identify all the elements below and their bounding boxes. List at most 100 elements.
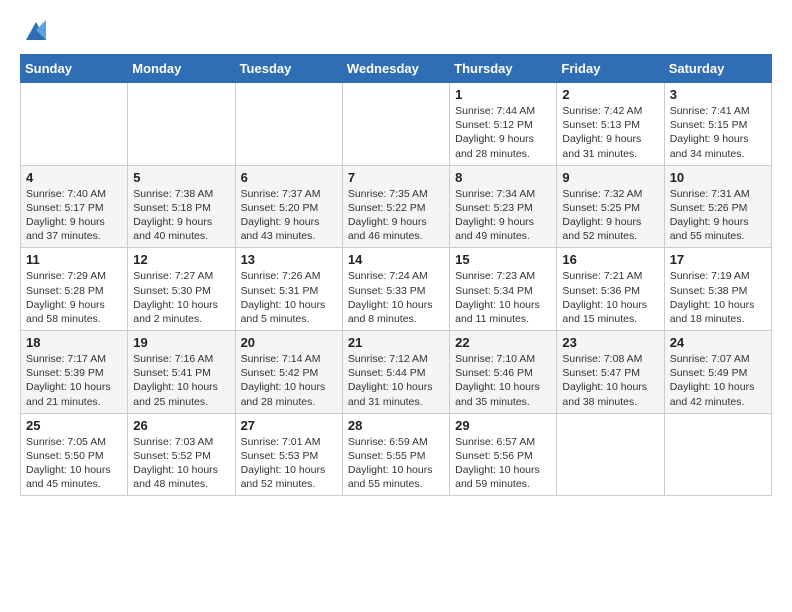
weekday-tuesday: Tuesday bbox=[235, 55, 342, 83]
logo-icon bbox=[22, 16, 50, 44]
day-cell: 6 Sunrise: 7:37 AM Sunset: 5:20 PM Daylig… bbox=[235, 165, 342, 248]
day-number: 23 bbox=[562, 335, 658, 350]
day-cell: 5Sunrise: 7:38 AM Sunset: 5:18 PM Daylig… bbox=[128, 165, 235, 248]
header bbox=[20, 16, 772, 44]
day-cell: 7 Sunrise: 7:35 AM Sunset: 5:22 PM Daylig… bbox=[342, 165, 449, 248]
day-info: Sunrise: 7:34 AM Sunset: 5:23 PM Dayligh… bbox=[455, 187, 551, 244]
day-number: 7 bbox=[348, 170, 444, 185]
day-cell: 23 Sunrise: 7:08 AM Sunset: 5:47 PM Dayli… bbox=[557, 331, 664, 414]
day-number: 22 bbox=[455, 335, 551, 350]
day-cell: 25 Sunrise: 7:05 AM Sunset: 5:50 PM Dayli… bbox=[21, 413, 128, 496]
day-info: Sunrise: 7:17 AM Sunset: 5:39 PM Dayligh… bbox=[26, 352, 122, 409]
day-cell: 20 Sunrise: 7:14 AM Sunset: 5:42 PM Dayli… bbox=[235, 331, 342, 414]
day-number: 9 bbox=[562, 170, 658, 185]
weekday-monday: Monday bbox=[128, 55, 235, 83]
day-number: 20 bbox=[241, 335, 337, 350]
weekday-saturday: Saturday bbox=[664, 55, 771, 83]
day-cell: 28 Sunrise: 6:59 AM Sunset: 5:55 PM Dayli… bbox=[342, 413, 449, 496]
day-info: Sunrise: 7:32 AM Sunset: 5:25 PM Dayligh… bbox=[562, 187, 658, 244]
week-row-4: 25 Sunrise: 7:05 AM Sunset: 5:50 PM Dayli… bbox=[21, 413, 772, 496]
day-cell: 22 Sunrise: 7:10 AM Sunset: 5:46 PM Dayli… bbox=[450, 331, 557, 414]
week-row-0: 1 Sunrise: 7:44 AM Sunset: 5:12 PM Daylig… bbox=[21, 83, 772, 166]
day-info: Sunrise: 7:14 AM Sunset: 5:42 PM Dayligh… bbox=[241, 352, 337, 409]
day-number: 18 bbox=[26, 335, 122, 350]
day-cell: 24Sunrise: 7:07 AM Sunset: 5:49 PM Dayli… bbox=[664, 331, 771, 414]
day-info: Sunrise: 7:05 AM Sunset: 5:50 PM Dayligh… bbox=[26, 435, 122, 492]
day-cell: 26 Sunrise: 7:03 AM Sunset: 5:52 PM Dayli… bbox=[128, 413, 235, 496]
day-cell: 14Sunrise: 7:24 AM Sunset: 5:33 PM Dayli… bbox=[342, 248, 449, 331]
day-number: 4 bbox=[26, 170, 122, 185]
day-info: Sunrise: 7:21 AM Sunset: 5:36 PM Dayligh… bbox=[562, 269, 658, 326]
day-number: 29 bbox=[455, 418, 551, 433]
day-info: Sunrise: 7:01 AM Sunset: 5:53 PM Dayligh… bbox=[241, 435, 337, 492]
day-number: 15 bbox=[455, 252, 551, 267]
day-info: Sunrise: 7:41 AM Sunset: 5:15 PM Dayligh… bbox=[670, 104, 766, 161]
day-number: 17 bbox=[670, 252, 766, 267]
week-row-2: 11 Sunrise: 7:29 AM Sunset: 5:28 PM Dayli… bbox=[21, 248, 772, 331]
day-number: 12 bbox=[133, 252, 229, 267]
day-number: 25 bbox=[26, 418, 122, 433]
day-number: 14 bbox=[348, 252, 444, 267]
calendar: SundayMondayTuesdayWednesdayThursdayFrid… bbox=[20, 54, 772, 496]
day-info: Sunrise: 7:31 AM Sunset: 5:26 PM Dayligh… bbox=[670, 187, 766, 244]
day-info: Sunrise: 7:10 AM Sunset: 5:46 PM Dayligh… bbox=[455, 352, 551, 409]
day-number: 26 bbox=[133, 418, 229, 433]
day-number: 16 bbox=[562, 252, 658, 267]
day-number: 10 bbox=[670, 170, 766, 185]
day-info: Sunrise: 7:42 AM Sunset: 5:13 PM Dayligh… bbox=[562, 104, 658, 161]
calendar-header: SundayMondayTuesdayWednesdayThursdayFrid… bbox=[21, 55, 772, 83]
day-info: Sunrise: 7:03 AM Sunset: 5:52 PM Dayligh… bbox=[133, 435, 229, 492]
day-cell: 16 Sunrise: 7:21 AM Sunset: 5:36 PM Dayli… bbox=[557, 248, 664, 331]
day-info: Sunrise: 7:27 AM Sunset: 5:30 PM Dayligh… bbox=[133, 269, 229, 326]
week-row-1: 4 Sunrise: 7:40 AM Sunset: 5:17 PM Daylig… bbox=[21, 165, 772, 248]
day-info: Sunrise: 7:07 AM Sunset: 5:49 PM Dayligh… bbox=[670, 352, 766, 409]
day-info: Sunrise: 7:23 AM Sunset: 5:34 PM Dayligh… bbox=[455, 269, 551, 326]
weekday-friday: Friday bbox=[557, 55, 664, 83]
day-info: Sunrise: 7:40 AM Sunset: 5:17 PM Dayligh… bbox=[26, 187, 122, 244]
day-cell: 19 Sunrise: 7:16 AM Sunset: 5:41 PM Dayli… bbox=[128, 331, 235, 414]
day-info: Sunrise: 7:37 AM Sunset: 5:20 PM Dayligh… bbox=[241, 187, 337, 244]
day-cell: 9 Sunrise: 7:32 AM Sunset: 5:25 PM Daylig… bbox=[557, 165, 664, 248]
day-number: 21 bbox=[348, 335, 444, 350]
week-row-3: 18 Sunrise: 7:17 AM Sunset: 5:39 PM Dayli… bbox=[21, 331, 772, 414]
day-info: Sunrise: 7:44 AM Sunset: 5:12 PM Dayligh… bbox=[455, 104, 551, 161]
day-cell bbox=[342, 83, 449, 166]
day-info: Sunrise: 6:59 AM Sunset: 5:55 PM Dayligh… bbox=[348, 435, 444, 492]
day-number: 8 bbox=[455, 170, 551, 185]
day-number: 19 bbox=[133, 335, 229, 350]
day-number: 27 bbox=[241, 418, 337, 433]
day-cell: 21 Sunrise: 7:12 AM Sunset: 5:44 PM Dayli… bbox=[342, 331, 449, 414]
day-info: Sunrise: 7:16 AM Sunset: 5:41 PM Dayligh… bbox=[133, 352, 229, 409]
day-cell: 12 Sunrise: 7:27 AM Sunset: 5:30 PM Dayli… bbox=[128, 248, 235, 331]
day-info: Sunrise: 7:26 AM Sunset: 5:31 PM Dayligh… bbox=[241, 269, 337, 326]
day-cell bbox=[664, 413, 771, 496]
day-cell: 27 Sunrise: 7:01 AM Sunset: 5:53 PM Dayli… bbox=[235, 413, 342, 496]
day-cell bbox=[21, 83, 128, 166]
calendar-body: 1 Sunrise: 7:44 AM Sunset: 5:12 PM Daylig… bbox=[21, 83, 772, 496]
day-cell bbox=[235, 83, 342, 166]
weekday-row: SundayMondayTuesdayWednesdayThursdayFrid… bbox=[21, 55, 772, 83]
day-number: 1 bbox=[455, 87, 551, 102]
weekday-wednesday: Wednesday bbox=[342, 55, 449, 83]
day-cell: 29Sunrise: 6:57 AM Sunset: 5:56 PM Dayli… bbox=[450, 413, 557, 496]
day-info: Sunrise: 7:08 AM Sunset: 5:47 PM Dayligh… bbox=[562, 352, 658, 409]
day-cell: 17Sunrise: 7:19 AM Sunset: 5:38 PM Dayli… bbox=[664, 248, 771, 331]
day-cell: 10 Sunrise: 7:31 AM Sunset: 5:26 PM Dayli… bbox=[664, 165, 771, 248]
day-number: 13 bbox=[241, 252, 337, 267]
day-number: 11 bbox=[26, 252, 122, 267]
logo bbox=[20, 16, 50, 44]
day-number: 28 bbox=[348, 418, 444, 433]
day-number: 3 bbox=[670, 87, 766, 102]
day-info: Sunrise: 7:35 AM Sunset: 5:22 PM Dayligh… bbox=[348, 187, 444, 244]
day-cell bbox=[128, 83, 235, 166]
day-cell bbox=[557, 413, 664, 496]
day-info: Sunrise: 7:38 AM Sunset: 5:18 PM Dayligh… bbox=[133, 187, 229, 244]
day-cell: 11 Sunrise: 7:29 AM Sunset: 5:28 PM Dayli… bbox=[21, 248, 128, 331]
day-cell: 2 Sunrise: 7:42 AM Sunset: 5:13 PM Daylig… bbox=[557, 83, 664, 166]
day-cell: 13 Sunrise: 7:26 AM Sunset: 5:31 PM Dayli… bbox=[235, 248, 342, 331]
day-cell: 8 Sunrise: 7:34 AM Sunset: 5:23 PM Daylig… bbox=[450, 165, 557, 248]
day-info: Sunrise: 7:12 AM Sunset: 5:44 PM Dayligh… bbox=[348, 352, 444, 409]
day-info: Sunrise: 7:29 AM Sunset: 5:28 PM Dayligh… bbox=[26, 269, 122, 326]
day-number: 6 bbox=[241, 170, 337, 185]
day-number: 2 bbox=[562, 87, 658, 102]
